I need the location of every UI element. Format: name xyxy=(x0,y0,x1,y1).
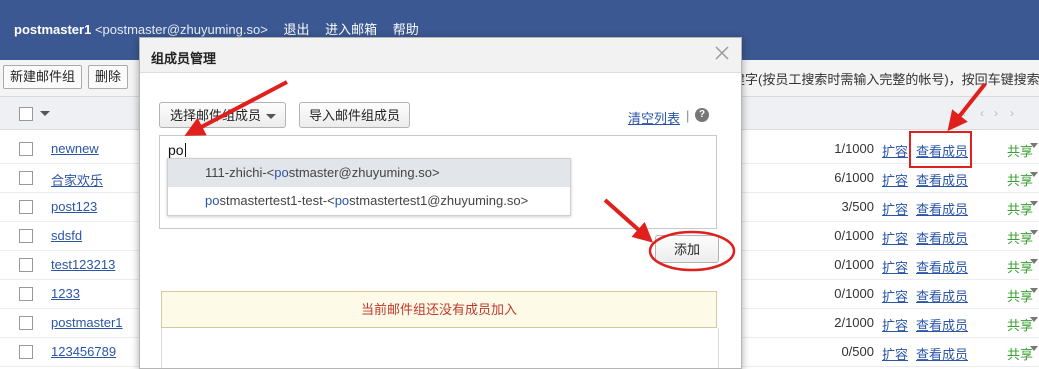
arrow-annotation xyxy=(947,82,987,132)
arrow-annotation xyxy=(603,198,653,243)
annotation-overlay xyxy=(184,80,987,272)
arrow-annotation xyxy=(184,80,288,136)
circle-annotation xyxy=(648,230,736,272)
